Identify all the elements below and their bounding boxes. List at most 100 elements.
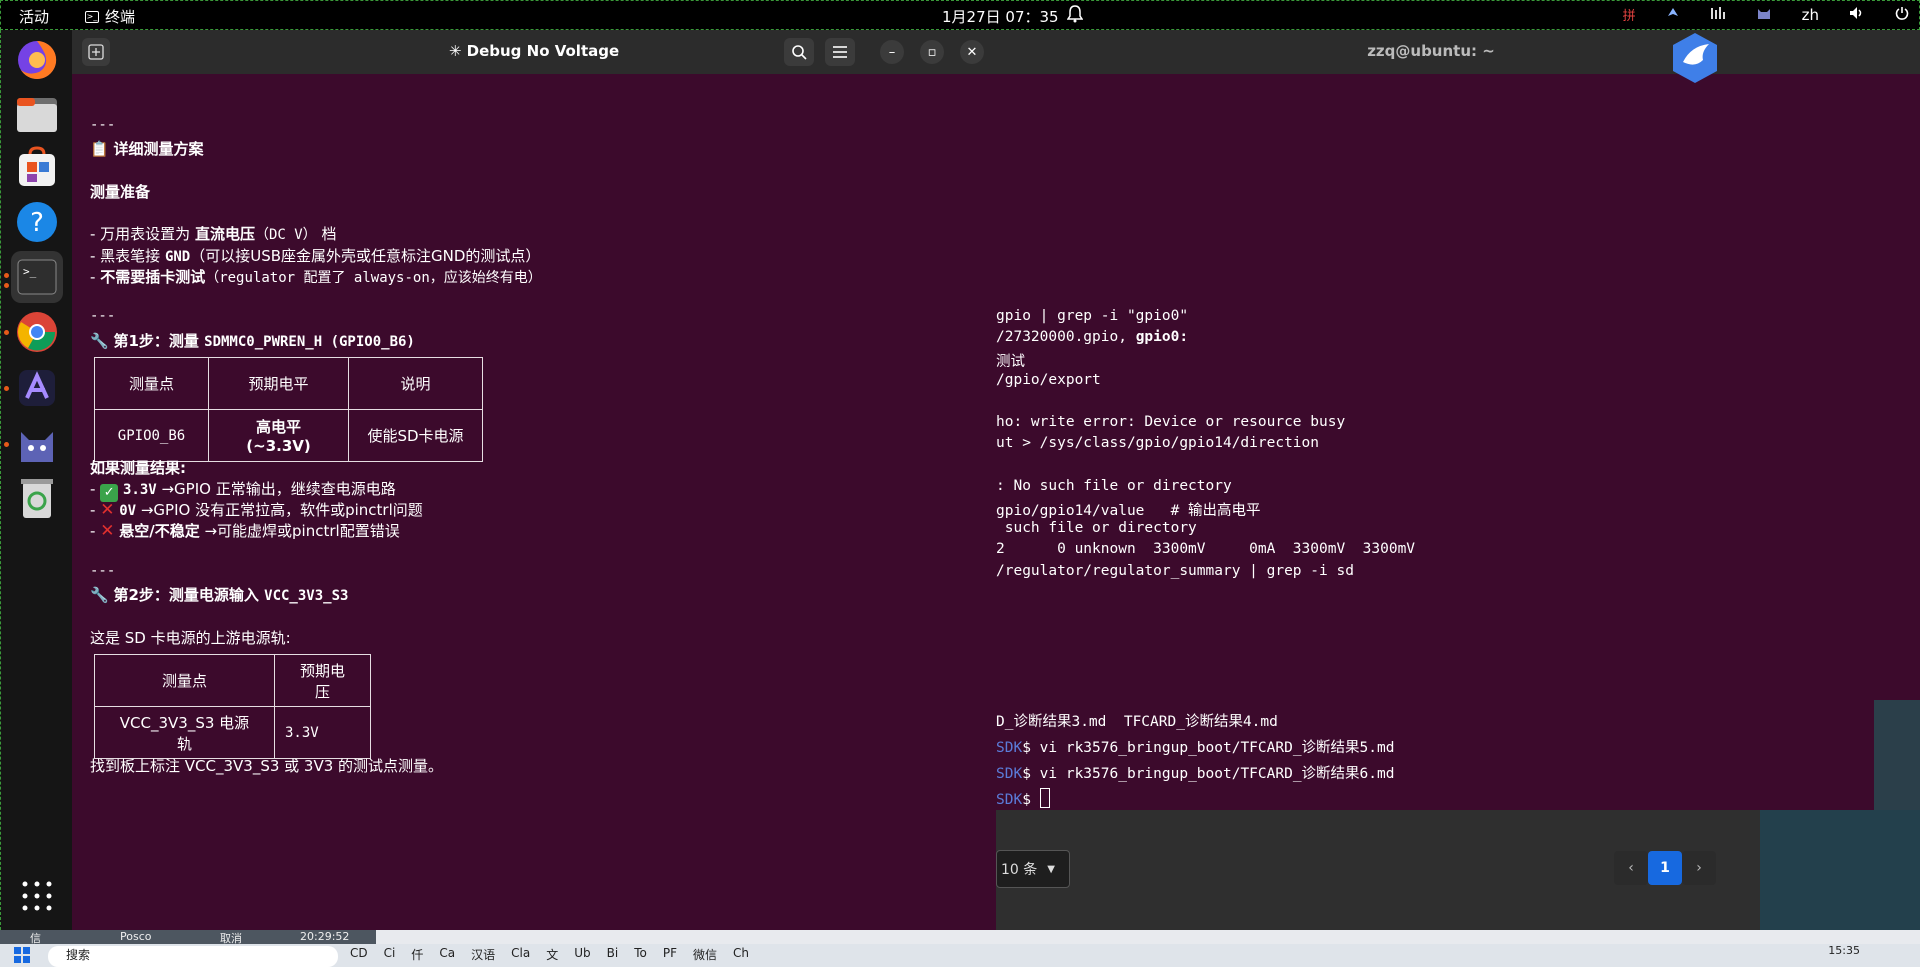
taskbar-app[interactable]: 汉语 [471, 946, 495, 963]
folder-icon [17, 98, 57, 132]
markdown-terminal-window: ✳ Debug No Voltage – ▫ ✕ --- 📋 详细测量方案 测量… [72, 30, 996, 930]
app-menu[interactable]: >_ 终端 [85, 6, 135, 27]
section-title: 📋 详细测量方案 [90, 140, 204, 158]
window-title: zzq@ubuntu: ~ [1367, 42, 1495, 60]
language-indicator[interactable]: zh [1802, 6, 1819, 24]
taskbar-app[interactable]: Ca [439, 946, 455, 963]
terminal-line: D_诊断结果3.md TFCARD_诊断结果4.md [996, 714, 1278, 730]
terminal-launcher[interactable]: >_ [11, 251, 63, 303]
prev-page-button[interactable]: ‹ [1614, 851, 1648, 885]
taskbar-app[interactable]: To [634, 946, 647, 963]
input-method-indicator[interactable]: 拼 [1623, 5, 1636, 24]
close-icon: ✕ [966, 44, 978, 60]
prep-item: - 万用表设置为 直流电压（DC V） 档 [90, 225, 337, 243]
show-apps-button[interactable] [11, 870, 63, 922]
bird-tray-icon[interactable] [1666, 6, 1680, 24]
table-header-cell: 预期电压 [274, 654, 371, 707]
cat-app-launcher[interactable] [11, 418, 63, 470]
taskbar-app[interactable]: Bi [607, 946, 619, 963]
maximize-button[interactable]: ▫ [920, 40, 944, 64]
taskbar-app[interactable]: PF [663, 946, 677, 963]
status-panel: 信 Posco 取消 20:29:52 [0, 930, 376, 945]
running-indicator [4, 273, 9, 278]
grid-icon [22, 881, 52, 911]
windows-start-icon[interactable] [14, 947, 30, 966]
taskbar-app[interactable]: Ci [384, 946, 396, 963]
taskbar-app[interactable]: 文 [546, 946, 558, 963]
feather-app-icon [19, 370, 55, 406]
help-icon: ? [17, 202, 57, 242]
terminal-line: such file or directory [996, 520, 1197, 536]
taskbar-app[interactable]: Cla [511, 946, 530, 963]
terminal-icon: >_ [85, 10, 99, 23]
table-header-row: 测量点 预期电压 [94, 654, 371, 707]
svg-text:?: ? [30, 208, 44, 238]
volume-icon[interactable] [1849, 6, 1865, 24]
app-launcher-a[interactable] [11, 362, 63, 414]
measurement-table-2: 测量点 预期电压 VCC_3V3_S3 电源轨 3.3V [94, 654, 371, 759]
desktop-wallpaper [1760, 810, 1920, 930]
taskbar-clock[interactable]: 15:35 [1828, 944, 1860, 957]
terminal-window[interactable]: zzq@ubuntu: ~ gpio | grep -i "gpio0" /27… [996, 30, 1920, 700]
terminal-prompt-line[interactable]: SDK$ [996, 788, 1050, 808]
taskbar-app[interactable]: Ub [574, 946, 590, 963]
software-launcher[interactable] [11, 142, 63, 194]
text-cursor [1039, 788, 1050, 808]
terminal-line: : No such file or directory [996, 478, 1232, 494]
clipboard-icon: 📋 [90, 140, 109, 158]
minimize-icon: – [888, 44, 896, 60]
minimize-button[interactable]: – [880, 40, 904, 64]
window-titlebar[interactable]: ✳ Debug No Voltage – ▫ ✕ [72, 30, 996, 74]
bird-app-icon[interactable] [1671, 32, 1719, 84]
horizontal-rule: --- [90, 117, 116, 133]
system-tray: 拼 zh [1623, 5, 1909, 24]
bars-tray-icon[interactable] [1710, 6, 1726, 24]
activities-button[interactable]: 活动 [19, 6, 49, 27]
table-cell: 使能SD卡电源 [348, 409, 483, 462]
power-icon[interactable] [1895, 6, 1909, 24]
cat-icon [21, 432, 53, 462]
firefox-launcher[interactable] [11, 34, 63, 86]
window-titlebar[interactable]: zzq@ubuntu: ~ [996, 30, 1920, 74]
next-page-button[interactable]: › [1682, 851, 1716, 885]
running-indicator [4, 442, 9, 447]
status-item: 20:29:52 [300, 930, 350, 943]
terminal-icon: >_ [17, 259, 57, 295]
bell-icon[interactable] [1066, 5, 1084, 27]
terminal-line: /regulator/regulator_summary | grep -i s… [996, 563, 1354, 579]
running-indicator [4, 330, 9, 335]
horizontal-rule: --- [90, 563, 116, 579]
page-1-button[interactable]: 1 [1648, 851, 1682, 885]
menu-button[interactable] [825, 38, 855, 66]
taskbar-app[interactable]: 仟 [411, 946, 423, 963]
background-terminal[interactable]: D_诊断结果3.md TFCARD_诊断结果4.md SDK$ vi rk357… [996, 700, 1874, 810]
terminal-line: 2 0 unknown 3300mV 0mA 3300mV 3300mV [996, 541, 1416, 557]
taskbar-app[interactable]: Ch [733, 946, 749, 963]
taskbar-search[interactable]: 搜索 [48, 946, 338, 967]
files-launcher[interactable] [11, 88, 63, 140]
search-button[interactable] [784, 38, 814, 66]
help-launcher[interactable]: ? [11, 196, 63, 248]
window-title: ✳ Debug No Voltage [448, 42, 620, 60]
close-button[interactable]: ✕ [960, 40, 984, 64]
terminal-line: gpio/gpio14/value # 输出高电平 [996, 503, 1261, 519]
terminal-line: SDK$ vi rk3576_bringup_boot/TFCARD_诊断结果5… [996, 740, 1395, 756]
taskbar-app[interactable]: CD [350, 946, 368, 963]
dropdown-arrow-icon: ▼ [1047, 863, 1055, 875]
hamburger-icon [833, 46, 847, 58]
status-item: Posco [120, 930, 152, 943]
prep-item: - 不需要插卡测试（regulator 配置了 always-on，应该始终有电… [90, 268, 542, 286]
table-header-row: 测量点 预期电平 说明 [94, 357, 483, 410]
terminal-line: 测试 [996, 354, 1025, 370]
chrome-launcher[interactable] [11, 306, 63, 358]
cat-tray-icon[interactable] [1756, 6, 1772, 24]
table-row: GPIO0_B6 高电平 (~3.3V) 使能SD卡电源 [94, 409, 483, 462]
taskbar-apps: CD Ci 仟 Ca 汉语 Cla 文 Ub Bi To PF 微信 Ch [350, 946, 749, 963]
terminal-line: ut > /sys/class/gpio/gpio14/direction [996, 435, 1320, 451]
page-size-select[interactable]: 10 条 ▼ [996, 850, 1070, 888]
horizontal-rule: --- [90, 308, 116, 324]
svg-text:>_: >_ [23, 265, 37, 278]
taskbar-app[interactable]: 微信 [693, 946, 717, 963]
trash-launcher[interactable] [11, 472, 63, 524]
clock[interactable]: 1月27日 07：35 [942, 6, 1059, 27]
